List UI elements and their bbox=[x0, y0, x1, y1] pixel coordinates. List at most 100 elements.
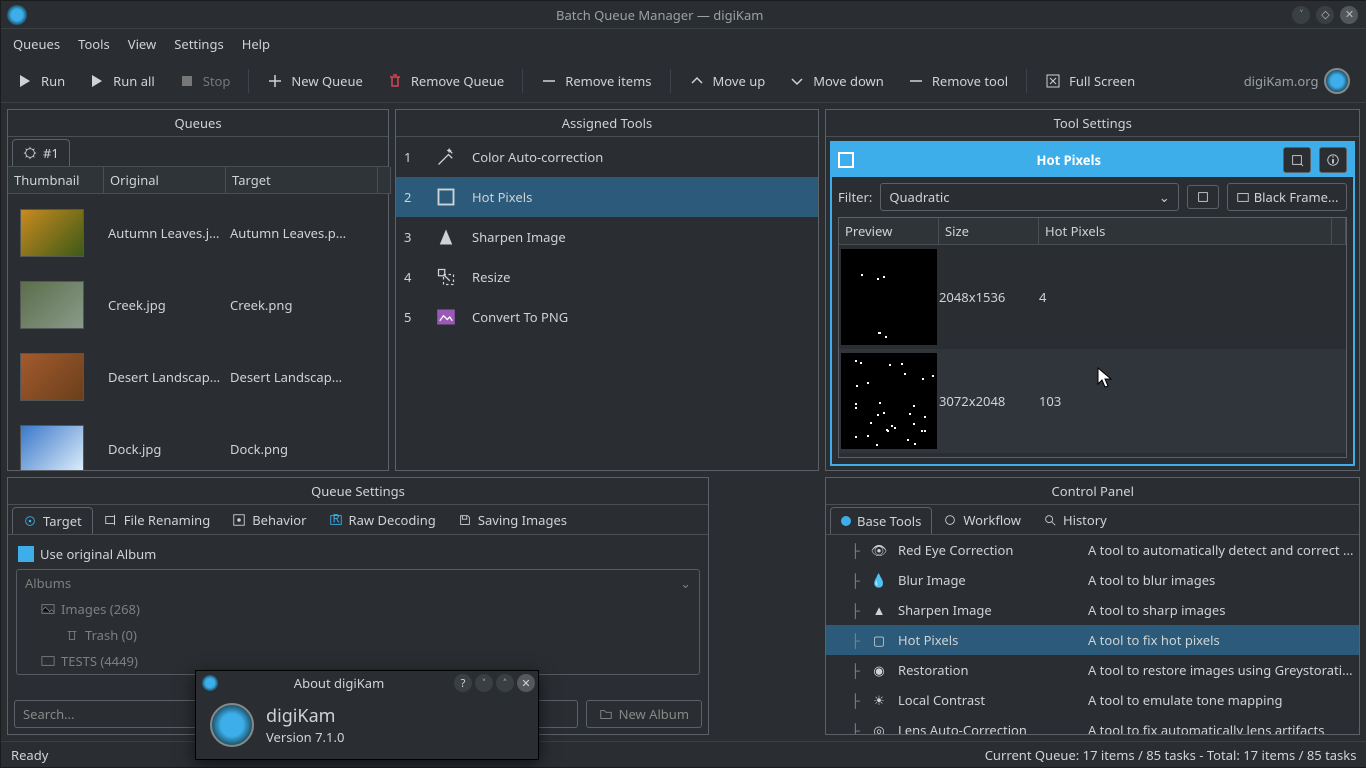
queue-tab-1[interactable]: #1 bbox=[12, 139, 70, 166]
tool-icon: ▢ bbox=[870, 631, 888, 649]
menubar: Queues Tools View Settings Help bbox=[1, 29, 1366, 59]
tool-tree-item[interactable]: ├💧Blur ImageA tool to blur images bbox=[826, 565, 1359, 595]
tool-icon bbox=[434, 305, 458, 329]
tab-file-renaming[interactable]: File Renaming bbox=[93, 506, 221, 533]
assigned-tools-panel: Assigned Tools 1Color Auto-correction2Ho… bbox=[395, 109, 819, 471]
tool-enable-checkbox[interactable] bbox=[838, 152, 854, 168]
tool-icon bbox=[434, 225, 458, 249]
about-min-button[interactable]: ˅ bbox=[475, 674, 493, 692]
about-max-button[interactable]: ˄ bbox=[496, 674, 514, 692]
raw-icon: R bbox=[329, 513, 343, 527]
col-original[interactable]: Original bbox=[104, 167, 226, 194]
col-target[interactable]: Target bbox=[226, 167, 378, 194]
target-filename: Desert Landscap... bbox=[226, 366, 378, 388]
assigned-tool-item[interactable]: 2Hot Pixels bbox=[396, 177, 818, 217]
move-down-button[interactable]: Move down bbox=[779, 66, 894, 96]
new-queue-button[interactable]: New Queue bbox=[257, 66, 372, 96]
filter-reset-button[interactable] bbox=[1187, 185, 1219, 209]
gear-icon bbox=[23, 146, 37, 160]
digikam-org-link[interactable]: digiKam.org bbox=[1244, 68, 1361, 94]
about-dialog[interactable]: About digiKam ? ˅ ˄ ✕ digiKam Version 7.… bbox=[195, 670, 539, 760]
target-filename: Creek.png bbox=[226, 294, 378, 316]
tool-icon bbox=[434, 145, 458, 169]
remove-queue-button[interactable]: Remove Queue bbox=[377, 66, 514, 96]
thumbnail-image bbox=[20, 425, 84, 470]
maximize-button[interactable]: ◇ bbox=[1316, 6, 1334, 24]
tool-icon: ◉ bbox=[870, 661, 888, 679]
window-title: Batch Queue Manager — digiKam bbox=[27, 6, 1292, 24]
assigned-tool-item[interactable]: 4Resize bbox=[396, 257, 818, 297]
tool-tree-item[interactable]: ├◉RestorationA tool to restore images us… bbox=[826, 655, 1359, 685]
remove-items-button[interactable]: Remove items bbox=[531, 66, 661, 96]
queue-item[interactable]: Desert Landscap... Desert Landscap... bbox=[8, 341, 388, 413]
picture-icon bbox=[41, 654, 55, 668]
black-frame-button[interactable]: Black Frame... bbox=[1227, 183, 1348, 211]
queue-item[interactable]: Dock.jpg Dock.png bbox=[8, 413, 388, 470]
info-button[interactable] bbox=[1319, 147, 1347, 173]
status-right: Current Queue: 17 items / 85 tasks - Tot… bbox=[985, 746, 1357, 764]
tools-tree[interactable]: ├👁Red Eye CorrectionA tool to automatica… bbox=[826, 535, 1359, 734]
remove-tool-button[interactable]: Remove tool bbox=[898, 66, 1018, 96]
col-size[interactable]: Size bbox=[939, 218, 1039, 245]
about-logo-icon bbox=[210, 703, 254, 747]
tab-saving-images[interactable]: Saving Images bbox=[447, 506, 578, 533]
menu-tools[interactable]: Tools bbox=[78, 35, 110, 53]
tool-tree-item[interactable]: ├👁Red Eye CorrectionA tool to automatica… bbox=[826, 535, 1359, 565]
tool-settings-header: Hot Pixels bbox=[832, 143, 1353, 177]
col-preview[interactable]: Preview bbox=[839, 218, 939, 245]
about-close-button[interactable]: ✕ bbox=[517, 674, 535, 692]
assigned-tools-list[interactable]: 1Color Auto-correction2Hot Pixels3Sharpe… bbox=[396, 137, 818, 337]
assigned-tool-item[interactable]: 1Color Auto-correction bbox=[396, 137, 818, 177]
about-version: Version 7.1.0 bbox=[266, 728, 344, 746]
about-app-name: digiKam bbox=[266, 704, 344, 728]
col-hotpixels[interactable]: Hot Pixels bbox=[1039, 218, 1332, 245]
assigned-tool-item[interactable]: 5Convert To PNG bbox=[396, 297, 818, 337]
menu-settings[interactable]: Settings bbox=[174, 35, 223, 53]
tool-icon: ◎ bbox=[870, 721, 888, 734]
queue-item[interactable]: Autumn Leaves.jpg Autumn Leaves.p... bbox=[8, 197, 388, 269]
tool-icon bbox=[434, 185, 458, 209]
menu-view[interactable]: View bbox=[128, 35, 156, 53]
queues-title: Queues bbox=[8, 110, 388, 137]
hotpixel-table[interactable]: Preview Size Hot Pixels 2048x153643072x2… bbox=[838, 217, 1347, 458]
albums-tree: Albums⌄ Images (268) Trash (0) TESTS (44… bbox=[16, 569, 700, 675]
titlebar[interactable]: Batch Queue Manager — digiKam ˅ ◇ ✕ bbox=[1, 1, 1366, 29]
queue-item[interactable]: Creek.jpg Creek.png bbox=[8, 269, 388, 341]
original-filename: Dock.jpg bbox=[104, 438, 226, 460]
blackframe-row[interactable]: 3072x2048103 bbox=[839, 349, 1346, 453]
tree-item-images: Images (268) bbox=[17, 596, 699, 622]
use-original-album-checkbox[interactable]: Use original Album bbox=[18, 545, 698, 563]
tool-settings-panel: Tool Settings Hot Pixels Filter: Quadrat… bbox=[825, 109, 1360, 471]
albums-select: Albums⌄ bbox=[17, 570, 699, 596]
filter-select[interactable]: Quadratic⌄ bbox=[880, 183, 1178, 211]
tool-tree-item[interactable]: ├☀Local ContrastA tool to emulate tone m… bbox=[826, 685, 1359, 715]
tool-tree-item[interactable]: ├▢Hot PixelsA tool to fix hot pixels bbox=[826, 625, 1359, 655]
run-all-button[interactable]: Run all bbox=[79, 66, 165, 96]
assigned-tool-item[interactable]: 3Sharpen Image bbox=[396, 217, 818, 257]
minimize-button[interactable]: ˅ bbox=[1292, 6, 1310, 24]
tab-raw-decoding[interactable]: RRaw Decoding bbox=[318, 506, 447, 533]
menu-help[interactable]: Help bbox=[242, 35, 270, 53]
menu-queues[interactable]: Queues bbox=[13, 35, 60, 53]
tab-base-tools[interactable]: Base Tools bbox=[830, 507, 932, 534]
queue-items-list[interactable]: Autumn Leaves.jpg Autumn Leaves.p... Cre… bbox=[8, 197, 388, 470]
original-filename: Creek.jpg bbox=[104, 294, 226, 316]
run-button[interactable]: Run bbox=[7, 66, 75, 96]
fullscreen-button[interactable]: Full Screen bbox=[1035, 66, 1145, 96]
tool-tree-item[interactable]: ├▲Sharpen ImageA tool to sharp images bbox=[826, 595, 1359, 625]
tab-workflow[interactable]: Workflow bbox=[932, 506, 1032, 533]
col-thumbnail[interactable]: Thumbnail bbox=[8, 167, 104, 194]
control-panel: Control Panel Base Tools Workflow Histor… bbox=[825, 477, 1360, 735]
tab-history[interactable]: History bbox=[1032, 506, 1118, 533]
tool-label: Sharpen Image bbox=[472, 228, 566, 246]
reset-settings-button[interactable] bbox=[1283, 147, 1311, 173]
move-up-button[interactable]: Move up bbox=[679, 66, 776, 96]
stop-button[interactable]: Stop bbox=[169, 66, 241, 96]
queues-panel: Queues #1 Thumbnail Original Target bbox=[7, 109, 389, 471]
tool-tree-item[interactable]: ├◎Lens Auto-CorrectionA tool to fix auto… bbox=[826, 715, 1359, 734]
about-help-button[interactable]: ? bbox=[454, 674, 472, 692]
close-button[interactable]: ✕ bbox=[1340, 6, 1358, 24]
tab-target[interactable]: Target bbox=[12, 507, 93, 534]
blackframe-row[interactable]: 2048x15364 bbox=[839, 245, 1346, 349]
tab-behavior[interactable]: Behavior bbox=[221, 506, 317, 533]
